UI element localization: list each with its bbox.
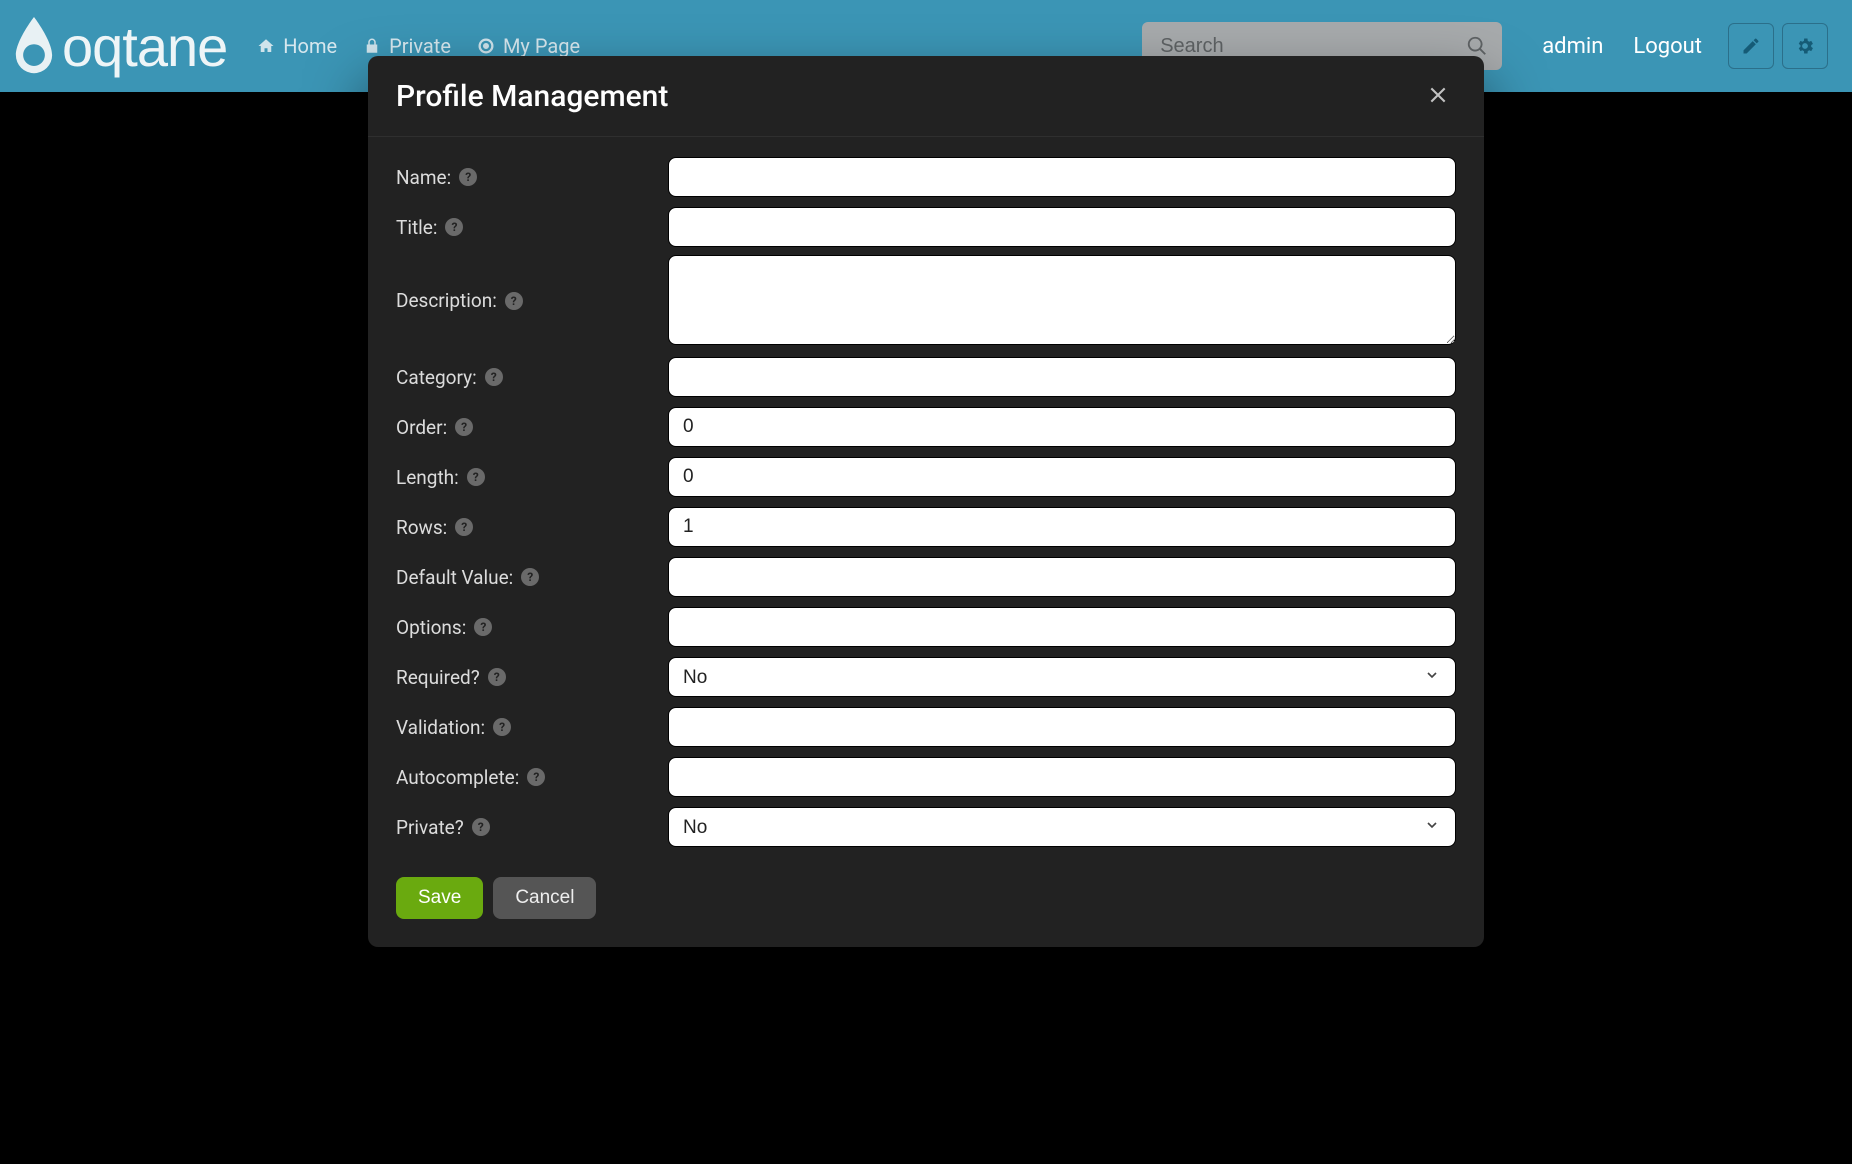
- nav-item-home[interactable]: Home: [257, 34, 337, 58]
- field-category: Category:: [396, 355, 1456, 399]
- cancel-button[interactable]: Cancel: [493, 877, 596, 919]
- label-text: Name:: [396, 166, 451, 189]
- lock-icon: [363, 37, 381, 55]
- label-text: Validation:: [396, 716, 485, 739]
- default-value-input[interactable]: [668, 557, 1456, 597]
- nav-label: Home: [283, 34, 337, 58]
- label-text: Private?: [396, 816, 464, 839]
- private-select[interactable]: No: [668, 807, 1456, 847]
- label-text: Title:: [396, 216, 437, 239]
- help-icon[interactable]: [445, 218, 463, 236]
- field-options: Options:: [396, 605, 1456, 649]
- field-order: Order:: [396, 405, 1456, 449]
- validation-input[interactable]: [668, 707, 1456, 747]
- logout-link[interactable]: Logout: [1633, 34, 1702, 59]
- close-icon: [1428, 85, 1448, 105]
- length-input[interactable]: [668, 457, 1456, 497]
- pencil-icon: [1741, 36, 1761, 56]
- modal-body: Name: Title: Description: Category: Orde…: [368, 137, 1484, 861]
- autocomplete-input[interactable]: [668, 757, 1456, 797]
- nav-label: Private: [389, 34, 451, 58]
- settings-button[interactable]: [1782, 23, 1828, 69]
- help-icon[interactable]: [521, 568, 539, 586]
- help-icon[interactable]: [459, 168, 477, 186]
- admin-icon-buttons: [1728, 23, 1828, 69]
- required-select[interactable]: No: [668, 657, 1456, 697]
- help-icon[interactable]: [485, 368, 503, 386]
- help-icon[interactable]: [455, 518, 473, 536]
- modal-close-button[interactable]: [1420, 78, 1456, 114]
- primary-nav: Home Private My Page: [257, 34, 580, 58]
- field-autocomplete: Autocomplete:: [396, 755, 1456, 799]
- label-text: Autocomplete:: [396, 766, 519, 789]
- label-text: Category:: [396, 366, 477, 389]
- user-name-link[interactable]: admin: [1542, 34, 1603, 59]
- nav-item-private[interactable]: Private: [363, 34, 451, 58]
- name-input[interactable]: [668, 157, 1456, 197]
- help-icon[interactable]: [527, 768, 545, 786]
- options-input[interactable]: [668, 607, 1456, 647]
- field-validation: Validation:: [396, 705, 1456, 749]
- field-name: Name:: [396, 155, 1456, 199]
- order-input[interactable]: [668, 407, 1456, 447]
- field-default-value: Default Value:: [396, 555, 1456, 599]
- brand-logo[interactable]: oqtane: [4, 14, 227, 79]
- target-icon: [477, 37, 495, 55]
- help-icon[interactable]: [488, 668, 506, 686]
- help-icon[interactable]: [455, 418, 473, 436]
- help-icon[interactable]: [493, 718, 511, 736]
- user-links: admin Logout: [1542, 34, 1702, 59]
- help-icon[interactable]: [505, 292, 523, 310]
- modal-header: Profile Management: [368, 56, 1484, 137]
- field-length: Length:: [396, 455, 1456, 499]
- label-text: Description:: [396, 289, 497, 312]
- label-text: Length:: [396, 466, 459, 489]
- help-icon[interactable]: [472, 818, 490, 836]
- field-required: Required? No: [396, 655, 1456, 699]
- modal-footer: Save Cancel: [368, 861, 1484, 947]
- home-icon: [257, 37, 275, 55]
- help-icon[interactable]: [467, 468, 485, 486]
- edit-button[interactable]: [1728, 23, 1774, 69]
- label-text: Required?: [396, 666, 480, 689]
- field-rows: Rows:: [396, 505, 1456, 549]
- brand-text: oqtane: [62, 14, 227, 79]
- brand-droplet-icon: [12, 17, 56, 75]
- category-input[interactable]: [668, 357, 1456, 397]
- nav-item-my-page[interactable]: My Page: [477, 34, 580, 58]
- label-text: Order:: [396, 416, 447, 439]
- label-text: Rows:: [396, 516, 447, 539]
- rows-input[interactable]: [668, 507, 1456, 547]
- gear-icon: [1795, 36, 1815, 56]
- profile-management-modal: Profile Management Name: Title: Descript…: [368, 56, 1484, 947]
- description-textarea[interactable]: [668, 255, 1456, 345]
- nav-label: My Page: [503, 34, 580, 58]
- label-text: Options:: [396, 616, 466, 639]
- save-button[interactable]: Save: [396, 877, 483, 919]
- modal-title: Profile Management: [396, 79, 668, 114]
- field-description: Description:: [396, 255, 1456, 349]
- title-input[interactable]: [668, 207, 1456, 247]
- label-text: Default Value:: [396, 566, 513, 589]
- field-private: Private? No: [396, 805, 1456, 849]
- field-title: Title:: [396, 205, 1456, 249]
- help-icon[interactable]: [474, 618, 492, 636]
